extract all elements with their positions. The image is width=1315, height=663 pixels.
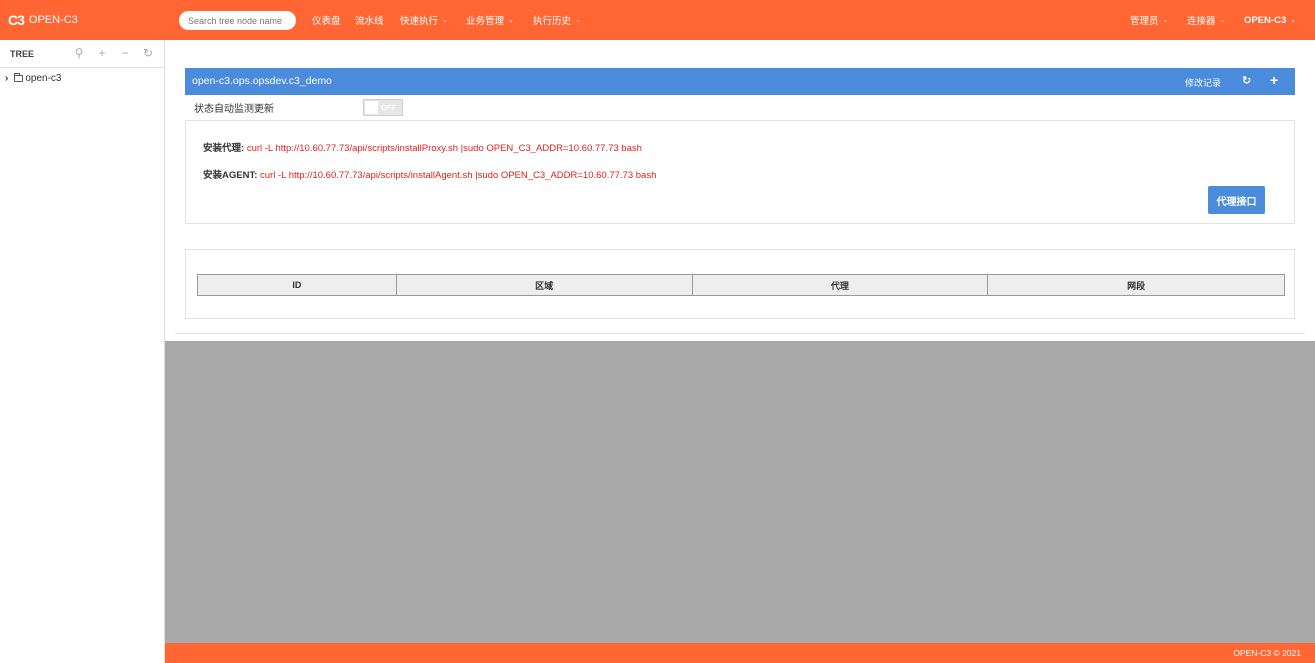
auto-monitor-label: 状态自动监测更新 bbox=[194, 104, 274, 115]
refresh-icon[interactable]: ↻ bbox=[1242, 74, 1251, 87]
service-tree-header: open-c3.ops.opsdev.c3_demo 修改记录 ↻ + bbox=[185, 68, 1295, 95]
chevron-right-icon[interactable]: › bbox=[5, 73, 8, 84]
empty-backdrop bbox=[165, 341, 1315, 643]
nav-quick-exec-label: 快速执行 bbox=[400, 16, 439, 27]
folder-icon bbox=[14, 73, 24, 82]
nav-user-label: OPEN-C3 bbox=[1244, 14, 1287, 26]
chevron-down-icon: ⌄ bbox=[1162, 17, 1169, 24]
tree-header: TREE ⚲ + − ↻ bbox=[0, 40, 164, 68]
tree-node-label: open-c3 bbox=[25, 73, 62, 84]
nav-connector[interactable]: 连接器 ⌄ bbox=[1187, 0, 1225, 40]
proxy-table-panel: ID 区域 代理 网段 bbox=[185, 249, 1295, 319]
locate-icon[interactable]: ⚲ bbox=[72, 46, 86, 60]
tree-title: TREE bbox=[10, 49, 35, 59]
nav-business[interactable]: 业务管理 ⌄ bbox=[466, 0, 514, 40]
column-header-proxy[interactable]: 代理 bbox=[691, 274, 989, 296]
nav-business-label: 业务管理 bbox=[466, 16, 505, 27]
chevron-down-icon: ⌄ bbox=[1290, 17, 1297, 24]
column-header-id[interactable]: ID bbox=[197, 274, 397, 296]
footer: OPEN-C3 © 2021 bbox=[165, 643, 1315, 663]
nav-quick-exec[interactable]: 快速执行 ⌄ bbox=[400, 0, 448, 40]
nav-dashboard-label: 仪表盘 bbox=[312, 16, 341, 27]
brand[interactable]: C3 OPEN-C3 bbox=[8, 11, 78, 29]
proxy-interface-button[interactable]: 代理接口 bbox=[1208, 186, 1265, 214]
add-node-icon[interactable]: + bbox=[95, 46, 109, 60]
agent-install-line: 安装AGENT: curl -L http://10.60.77.73/api/… bbox=[203, 167, 656, 181]
nav-connector-label: 连接器 bbox=[1187, 16, 1216, 27]
toggle-state: OFF bbox=[381, 103, 396, 112]
change-log-link[interactable]: 修改记录 bbox=[1185, 76, 1221, 89]
auto-monitor-toggle[interactable]: OFF bbox=[363, 99, 403, 116]
table-header-row: ID 区域 代理 网段 bbox=[197, 274, 1285, 296]
nav-history[interactable]: 执行历史 ⌄ bbox=[533, 0, 581, 40]
nav-pipeline-label: 流水线 bbox=[355, 16, 384, 27]
add-icon[interactable]: + bbox=[1270, 72, 1278, 88]
nav-dashboard[interactable]: 仪表盘 bbox=[312, 0, 341, 40]
nav-admin-label: 管理员 bbox=[1130, 16, 1159, 27]
chevron-down-icon: ⌄ bbox=[442, 17, 448, 24]
chevron-down-icon: ⌄ bbox=[1219, 17, 1226, 24]
c3-logo-icon: C3 bbox=[8, 12, 25, 28]
remove-node-icon[interactable]: − bbox=[118, 46, 132, 60]
top-navbar: C3 OPEN-C3 仪表盘 流水线 快速执行 ⌄ 业务管理 ⌄ 执行历史 ⌄ … bbox=[0, 0, 1315, 40]
agent-install-command: curl -L http://10.60.77.73/api/scripts/i… bbox=[260, 170, 657, 181]
toggle-knob bbox=[365, 101, 378, 114]
nav-user-menu[interactable]: OPEN-C3 ⌄ bbox=[1244, 0, 1296, 40]
nav-admin[interactable]: 管理员 ⌄ bbox=[1130, 0, 1168, 40]
brand-name: OPEN-C3 bbox=[28, 14, 78, 26]
refresh-tree-icon[interactable]: ↻ bbox=[141, 46, 155, 60]
nav-history-label: 执行历史 bbox=[533, 16, 572, 27]
nav-pipeline[interactable]: 流水线 bbox=[355, 0, 384, 40]
proxy-table: ID 区域 代理 网段 bbox=[197, 274, 1285, 296]
proxy-install-command: curl -L http://10.60.77.73/api/scripts/i… bbox=[246, 143, 642, 154]
chevron-down-icon: ⌄ bbox=[575, 17, 581, 24]
proxy-install-line: 安装代理: curl -L http://10.60.77.73/api/scr… bbox=[203, 140, 642, 154]
proxy-install-label: 安装代理: bbox=[203, 143, 245, 154]
copyright: OPEN-C3 © 2021 bbox=[1233, 648, 1301, 658]
column-header-region[interactable]: 区域 bbox=[395, 274, 693, 296]
tree-search-input[interactable] bbox=[179, 11, 296, 30]
divider bbox=[175, 333, 1305, 334]
agent-install-label: 安装AGENT: bbox=[203, 170, 258, 181]
tree-sidebar: TREE ⚲ + − ↻ › open-c3 bbox=[0, 40, 165, 663]
install-instructions: 安装代理: curl -L http://10.60.77.73/api/scr… bbox=[185, 120, 1295, 224]
tree-path-title: open-c3.ops.opsdev.c3_demo bbox=[192, 75, 332, 87]
tree-node-open-c3[interactable]: › open-c3 bbox=[5, 73, 61, 84]
chevron-down-icon: ⌄ bbox=[508, 17, 514, 24]
column-header-subnet[interactable]: 网段 bbox=[987, 274, 1285, 296]
